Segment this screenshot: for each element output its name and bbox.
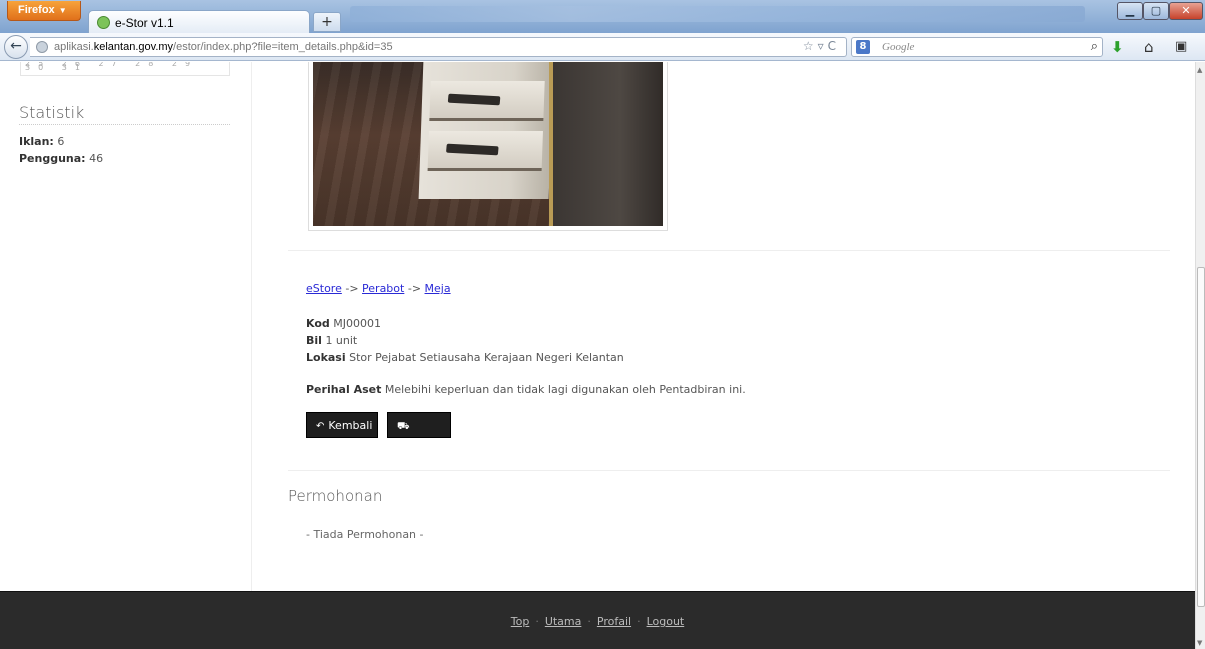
breadcrumb-perabot[interactable]: Perabot xyxy=(362,282,404,295)
tab-title: e-Stor v1.1 xyxy=(115,16,174,30)
drawer-cabinet-image xyxy=(418,62,554,199)
item-photo xyxy=(308,62,668,231)
browser-tab[interactable]: e-Stor v1.1 xyxy=(88,10,310,34)
vertical-scrollbar[interactable]: ▲ ▼ xyxy=(1195,62,1205,649)
footer-link-logout[interactable]: Logout xyxy=(647,615,685,628)
item-description: Perihal Aset Melebihi keperluan dan tida… xyxy=(306,383,746,396)
new-tab-button[interactable]: + xyxy=(313,12,341,32)
scroll-up-icon[interactable]: ▲ xyxy=(1197,66,1202,74)
footer-link-utama[interactable]: Utama xyxy=(545,615,582,628)
footer-link-top[interactable]: Top xyxy=(511,615,530,628)
apply-button[interactable]: ⛟Mohon xyxy=(387,412,451,459)
url-bar[interactable]: aplikasi.kelantan.gov.my/estor/index.php… xyxy=(30,37,847,57)
firefox-menu-button[interactable]: Firefox ▼ xyxy=(7,1,81,21)
back-button[interactable]: ← xyxy=(4,35,28,59)
calendar-fragment: 25 26 27 28 29 30 31 xyxy=(20,62,230,76)
back-page-button[interactable]: ↶ Kembali xyxy=(306,412,378,438)
navigation-toolbar: ← aplikasi.kelantan.gov.my/estor/index.p… xyxy=(0,33,1205,61)
footer-link-profail[interactable]: Profail xyxy=(597,615,631,628)
taskbar-strip xyxy=(350,6,1085,22)
firefox-menu-label: Firefox xyxy=(18,4,55,16)
divider xyxy=(288,250,1170,251)
breadcrumb-meja[interactable]: Meja xyxy=(425,282,451,295)
google-icon[interactable]: 8 xyxy=(856,40,870,54)
item-location: Lokasi Stor Pejabat Setiausaha Kerajaan … xyxy=(306,351,624,364)
close-window-button[interactable]: ✕ xyxy=(1169,2,1203,20)
sidebar-title: Statistik xyxy=(19,103,85,122)
footer-links: Top · Utama · Profail · Logout xyxy=(510,615,685,628)
window-titlebar: Firefox ▼ e-Stor v1.1 + ▁ ▢ ✕ xyxy=(0,0,1205,34)
page-footer: Top · Utama · Profail · Logout xyxy=(0,591,1195,649)
home-icon[interactable]: ⌂ xyxy=(1144,38,1154,56)
search-placeholder: Google xyxy=(882,41,915,53)
search-bar[interactable]: 8 Google ⌕ xyxy=(851,37,1103,57)
divider xyxy=(288,470,1170,471)
divider xyxy=(19,124,230,125)
menu-icon[interactable]: ▣ xyxy=(1175,38,1187,56)
item-code: Kod MJ00001 xyxy=(306,317,381,330)
stat-pengguna: Pengguna: 46 xyxy=(19,152,104,165)
sidebar: 25 26 27 28 29 30 31 Statistik Iklan: 6 … xyxy=(0,62,252,592)
maximize-button[interactable]: ▢ xyxy=(1143,2,1169,20)
applications-empty: - Tiada Permohonan - xyxy=(306,528,424,541)
url-text: aplikasi.kelantan.gov.my/estor/index.php… xyxy=(54,41,393,53)
globe-icon xyxy=(36,41,48,53)
stat-iklan: Iklan: 6 xyxy=(19,135,65,148)
chevron-down-icon: ▼ xyxy=(58,6,67,15)
download-icon[interactable]: ⬇ xyxy=(1111,38,1124,56)
item-quantity: Bil 1 unit xyxy=(306,334,358,347)
scroll-down-icon[interactable]: ▼ xyxy=(1197,639,1202,647)
applications-title: Permohonan xyxy=(288,487,383,505)
undo-icon: ↶ xyxy=(316,421,325,432)
search-icon[interactable]: ⌕ xyxy=(1091,39,1098,54)
minimize-button[interactable]: ▁ xyxy=(1117,2,1143,20)
breadcrumb-estore[interactable]: eStore xyxy=(306,282,342,295)
breadcrumb: eStore -> Perabot -> Meja xyxy=(306,282,451,295)
bookmark-star-icon[interactable]: ☆▿C xyxy=(803,39,840,53)
scrollbar-thumb[interactable] xyxy=(1197,267,1205,607)
cart-icon: ⛟ xyxy=(397,421,410,432)
favicon-icon xyxy=(97,16,110,29)
page-viewport: 25 26 27 28 29 30 31 Statistik Iklan: 6 … xyxy=(0,62,1195,649)
